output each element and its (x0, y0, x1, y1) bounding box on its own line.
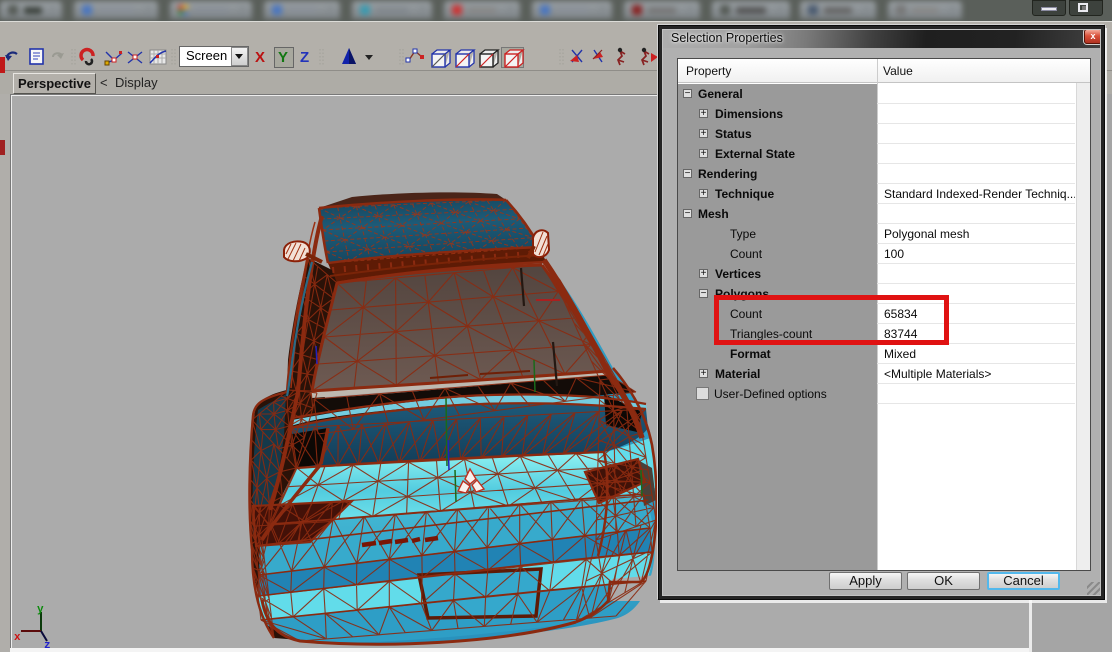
svg-text:Y: Y (278, 49, 288, 66)
svg-text:x: x (14, 632, 21, 644)
svg-text:y: y (37, 604, 44, 616)
svg-text:X: X (255, 49, 265, 66)
svg-text:Z: Z (300, 49, 309, 66)
